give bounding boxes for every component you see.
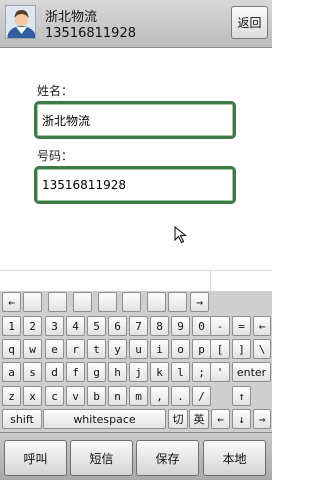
key-l[interactable]: l bbox=[171, 362, 190, 382]
key-apostrophe[interactable]: ' bbox=[210, 362, 230, 382]
key-a[interactable]: a bbox=[2, 362, 21, 382]
key-blank[interactable] bbox=[73, 292, 92, 312]
key-g[interactable]: g bbox=[87, 362, 106, 382]
key-p[interactable]: p bbox=[192, 339, 211, 359]
key-0[interactable]: 0 bbox=[192, 316, 211, 336]
name-label: 姓名： bbox=[37, 84, 74, 98]
key-cursor-right[interactable]: → bbox=[190, 292, 209, 312]
key-blank[interactable] bbox=[98, 292, 117, 312]
key-n[interactable]: n bbox=[108, 386, 127, 406]
key-blank[interactable] bbox=[122, 292, 141, 312]
key-switch-input[interactable]: 切 bbox=[168, 409, 188, 429]
back-button[interactable]: 返回 bbox=[231, 6, 268, 39]
key-arrow-right[interactable]: → bbox=[253, 409, 271, 429]
key-blank[interactable] bbox=[48, 292, 67, 312]
key-enter[interactable]: enter bbox=[232, 362, 271, 382]
key-v[interactable]: v bbox=[66, 386, 85, 406]
key-blank[interactable] bbox=[147, 292, 166, 312]
soft-keyboard: ← → 1 2 3 4 5 6 7 8 9 0 - = ← q w e r t … bbox=[0, 291, 272, 432]
key-semicolon[interactable]: ; bbox=[192, 362, 211, 382]
key-9[interactable]: 9 bbox=[171, 316, 190, 336]
contact-avatar-icon bbox=[5, 5, 36, 39]
key-b[interactable]: b bbox=[87, 386, 106, 406]
key-4[interactable]: 4 bbox=[66, 316, 85, 336]
key-shift[interactable]: shift bbox=[2, 409, 42, 429]
key-1[interactable]: 1 bbox=[2, 316, 21, 336]
call-button[interactable]: 呼叫 bbox=[4, 440, 67, 476]
key-e[interactable]: e bbox=[45, 339, 64, 359]
name-field[interactable]: 浙北物流 bbox=[34, 101, 236, 139]
contact-phone: 13516811928 bbox=[45, 26, 136, 41]
input-candidate-bar bbox=[0, 270, 272, 292]
key-equals[interactable]: = bbox=[232, 316, 251, 336]
key-z[interactable]: z bbox=[2, 386, 21, 406]
key-left-bracket[interactable]: [ bbox=[210, 339, 230, 359]
key-3[interactable]: 3 bbox=[45, 316, 64, 336]
key-period[interactable]: . bbox=[171, 386, 190, 406]
key-m[interactable]: m bbox=[129, 386, 148, 406]
key-r[interactable]: r bbox=[66, 339, 85, 359]
key-j[interactable]: j bbox=[129, 362, 148, 382]
key-c[interactable]: c bbox=[45, 386, 64, 406]
key-comma[interactable]: , bbox=[150, 386, 169, 406]
save-button[interactable]: 保存 bbox=[136, 440, 199, 476]
key-8[interactable]: 8 bbox=[150, 316, 169, 336]
key-x[interactable]: x bbox=[23, 386, 42, 406]
key-cursor-left[interactable]: ← bbox=[2, 292, 21, 312]
key-space[interactable]: whitespace bbox=[43, 409, 166, 429]
key-backspace[interactable]: ← bbox=[253, 316, 271, 336]
key-arrow-down[interactable]: ↓ bbox=[232, 409, 251, 429]
key-i[interactable]: i bbox=[150, 339, 169, 359]
sms-button[interactable]: 短信 bbox=[70, 440, 133, 476]
key-d[interactable]: d bbox=[45, 362, 64, 382]
contact-name: 浙北物流 bbox=[45, 10, 98, 25]
key-5[interactable]: 5 bbox=[87, 316, 106, 336]
key-6[interactable]: 6 bbox=[108, 316, 127, 336]
key-f[interactable]: f bbox=[66, 362, 85, 382]
key-arrow-up[interactable]: ↑ bbox=[232, 386, 251, 406]
key-y[interactable]: y bbox=[108, 339, 127, 359]
candidate-divider bbox=[210, 271, 211, 292]
key-k[interactable]: k bbox=[150, 362, 169, 382]
key-u[interactable]: u bbox=[129, 339, 148, 359]
bottom-action-bar: 呼叫 短信 保存 本地 bbox=[0, 432, 272, 480]
phone-label: 号码： bbox=[37, 149, 74, 163]
mouse-pointer-icon bbox=[174, 225, 190, 248]
key-h[interactable]: h bbox=[108, 362, 127, 382]
key-right-bracket[interactable]: ] bbox=[232, 339, 251, 359]
key-blank[interactable] bbox=[168, 292, 187, 312]
key-blank[interactable] bbox=[23, 292, 42, 312]
key-2[interactable]: 2 bbox=[23, 316, 42, 336]
key-backslash[interactable]: \ bbox=[253, 339, 271, 359]
key-arrow-left[interactable]: ← bbox=[211, 409, 230, 429]
key-w[interactable]: w bbox=[23, 339, 42, 359]
local-button[interactable]: 本地 bbox=[203, 440, 266, 476]
key-slash[interactable]: / bbox=[192, 386, 211, 406]
key-minus[interactable]: - bbox=[210, 316, 230, 336]
key-english[interactable]: 英 bbox=[189, 409, 209, 429]
key-s[interactable]: s bbox=[23, 362, 42, 382]
key-t[interactable]: t bbox=[87, 339, 106, 359]
key-7[interactable]: 7 bbox=[129, 316, 148, 336]
phone-field[interactable]: 13516811928 bbox=[34, 166, 236, 204]
key-q[interactable]: q bbox=[2, 339, 21, 359]
key-o[interactable]: o bbox=[171, 339, 190, 359]
title-bar: 浙北物流 13516811928 返回 bbox=[0, 0, 272, 48]
